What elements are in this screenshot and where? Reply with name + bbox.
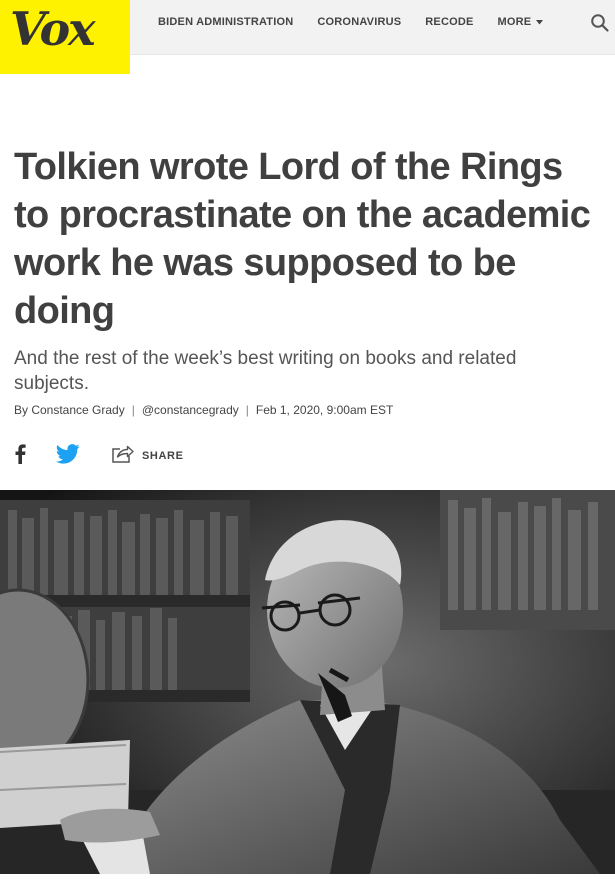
article-dek: And the rest of the week’s best writing … xyxy=(14,348,517,394)
share-bar: SHARE xyxy=(14,443,184,469)
author-twitter-handle[interactable]: @constancegrady xyxy=(142,403,239,417)
byline-separator: | xyxy=(131,403,135,417)
facebook-icon xyxy=(14,443,26,469)
article-headline: Tolkien wrote Lord of the Rings to procr… xyxy=(14,146,591,332)
byline-separator: | xyxy=(245,403,249,417)
facebook-share-button[interactable] xyxy=(14,443,26,469)
nav-item-biden-administration[interactable]: BIDEN ADMINISTRATION xyxy=(158,16,293,28)
caret-down-icon xyxy=(536,16,544,28)
nav-item-coronavirus[interactable]: CORONAVIRUS xyxy=(317,16,401,28)
byline: By Constance Grady | @constancegrady | Feb 1… xyxy=(14,403,393,417)
share-icon xyxy=(112,444,134,469)
author-link[interactable]: By Constance Grady xyxy=(14,403,125,417)
nav-item-more[interactable]: MORE xyxy=(498,16,544,28)
share-label: SHARE xyxy=(142,450,184,462)
search-icon[interactable] xyxy=(590,13,610,33)
main-nav: BIDEN ADMINISTRATION CORONAVIRUS RECODE … xyxy=(158,16,544,28)
publish-date: Feb 1, 2020, 9:00am EST xyxy=(255,403,394,417)
share-button[interactable]: SHARE xyxy=(112,444,184,469)
nav-item-label: RECODE xyxy=(425,16,474,28)
twitter-icon xyxy=(55,443,80,469)
nav-item-recode[interactable]: RECODE xyxy=(425,16,473,28)
twitter-share-button[interactable] xyxy=(55,443,80,469)
logo-text: Vox xyxy=(10,2,96,56)
hero-photo xyxy=(0,490,615,874)
nav-item-label: CORONAVIRUS xyxy=(317,16,402,28)
top-navigation-bar: Vox BIDEN ADMINISTRATION CORONAVIRUS REC… xyxy=(0,0,615,74)
nav-item-label: BIDEN ADMINISTRATION xyxy=(158,16,294,28)
nav-item-label: MORE xyxy=(497,16,532,28)
vox-logo[interactable]: Vox xyxy=(0,0,130,74)
